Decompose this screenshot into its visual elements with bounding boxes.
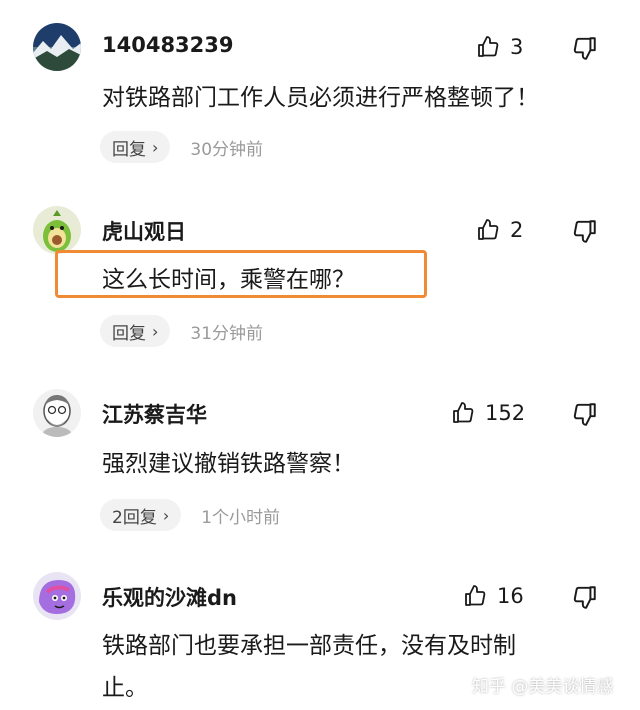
like-count: 3 <box>510 35 524 59</box>
timestamp: 30分钟前 <box>190 139 264 160</box>
reply-button[interactable]: 回复 › <box>100 315 171 347</box>
comment-text: 对铁路部门工作人员必须进行严格整顿了！ <box>102 85 539 111</box>
comment-meta: 回复 › 30分钟前 <box>100 131 263 163</box>
avatar[interactable] <box>33 206 81 254</box>
reply-button[interactable]: 回复 › <box>100 131 171 163</box>
reply-label: 2回复 <box>112 507 157 528</box>
timestamp: 31分钟前 <box>190 323 264 344</box>
dislike-button[interactable] <box>572 584 598 610</box>
like-button[interactable]: 16 <box>463 582 524 610</box>
thumbs-down-icon <box>573 403 596 426</box>
thumbs-up-icon <box>478 36 499 57</box>
username[interactable]: 虎山观日 <box>102 216 186 246</box>
like-count: 16 <box>497 584 524 608</box>
thumbs-up-icon <box>465 585 486 606</box>
like-count: 2 <box>510 218 524 242</box>
comment-meta: 回复 › 31分钟前 <box>100 315 263 347</box>
chevron-right-icon: › <box>152 321 159 341</box>
like-button[interactable]: 152 <box>451 399 525 427</box>
thumbs-up-icon <box>478 219 499 240</box>
reply-label: 回复 <box>112 323 146 344</box>
watermark: 知乎 @美美谈情感 <box>472 677 614 697</box>
highlight-box <box>55 250 427 298</box>
dislike-button[interactable] <box>572 218 598 244</box>
username[interactable]: 140483239 <box>102 33 234 57</box>
chevron-right-icon: › <box>162 505 170 525</box>
username[interactable]: 江苏蔡吉华 <box>102 399 207 429</box>
avatar[interactable] <box>33 572 81 620</box>
like-button[interactable]: 3 <box>476 33 523 61</box>
avatar[interactable] <box>33 23 81 71</box>
chevron-right-icon: › <box>152 137 159 157</box>
dislike-button[interactable] <box>572 35 598 61</box>
comment-text: 铁路部门也要承担一部责任，没有及时制 <box>102 633 516 659</box>
comment-text: 强烈建议撤销铁路警察！ <box>102 451 355 477</box>
thumbs-down-icon <box>573 37 596 60</box>
reply-button[interactable]: 2回复 › <box>100 499 182 531</box>
comment-text: 止。 <box>102 675 148 701</box>
username[interactable]: 乐观的沙滩dn <box>102 582 237 612</box>
timestamp: 1个小时前 <box>201 507 281 528</box>
avatar[interactable] <box>33 389 81 437</box>
thumbs-up-icon <box>453 402 474 423</box>
like-button[interactable]: 2 <box>476 216 523 244</box>
comment-meta: 2回复 › 1个小时前 <box>100 499 280 531</box>
reply-label: 回复 <box>112 139 146 160</box>
thumbs-down-icon <box>573 586 596 609</box>
thumbs-down-icon <box>573 220 596 243</box>
like-count: 152 <box>485 401 526 425</box>
dislike-button[interactable] <box>572 401 598 427</box>
